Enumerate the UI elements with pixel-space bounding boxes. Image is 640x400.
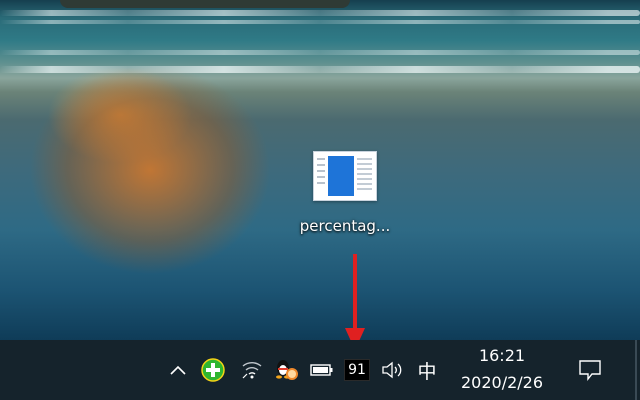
document-thumbnail-icon [313, 151, 377, 201]
red-annotation-arrow [345, 254, 365, 340]
cpu-usage-value: 91 [344, 359, 370, 381]
desktop-file-label: percentag... [299, 217, 391, 235]
input-method-indicator[interactable]: 中 [412, 340, 442, 400]
show-desktop-strip[interactable] [635, 340, 637, 400]
qq-penguin-icon [276, 360, 298, 380]
ime-label: 中 [417, 360, 437, 383]
clock-date: 2020/2/26 [460, 373, 544, 392]
cpu-usage-indicator[interactable]: 91 [342, 340, 372, 400]
desktop-background: percentag... [0, 0, 640, 340]
green-plus-icon [201, 358, 225, 382]
wave-foam [0, 66, 640, 73]
rock-silhouette [60, 0, 350, 8]
volume-control[interactable] [378, 340, 408, 400]
wifi-icon [242, 362, 262, 379]
wave-foam [0, 20, 640, 24]
wave-foam [0, 50, 640, 55]
action-center-icon [579, 360, 601, 381]
tray-app-qq[interactable] [270, 340, 302, 400]
battery-icon [310, 364, 333, 376]
taskbar: 91 中 16:21 2020/2/26 [0, 340, 640, 400]
show-hidden-icons-button[interactable] [166, 340, 190, 400]
chevron-up-icon [170, 365, 186, 375]
clock[interactable]: 16:21 2020/2/26 [448, 340, 556, 400]
action-center-button[interactable] [572, 340, 608, 400]
tray-app-green-plus[interactable] [198, 340, 228, 400]
speaker-icon [382, 361, 402, 379]
network-status[interactable] [238, 340, 266, 400]
clock-time: 16:21 [478, 346, 526, 365]
desktop-file-icon[interactable]: percentag... [292, 148, 398, 238]
wave-foam [0, 10, 640, 16]
battery-status[interactable] [306, 340, 338, 400]
